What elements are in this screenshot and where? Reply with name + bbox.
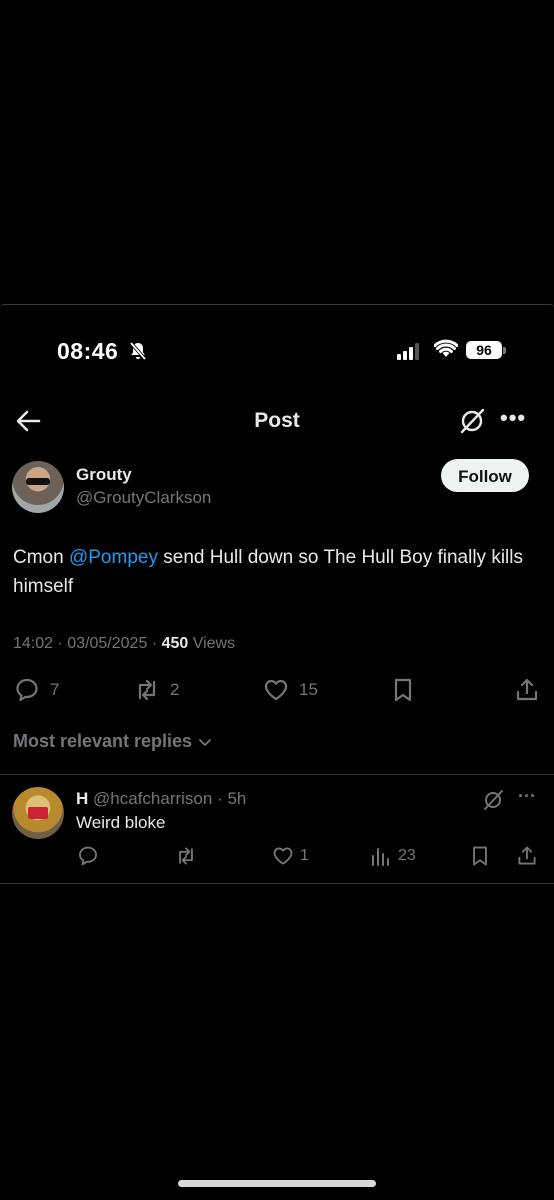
share-icon [518, 846, 536, 865]
follow-button[interactable]: Follow [441, 459, 529, 492]
reply-views-count: 23 [398, 847, 416, 864]
repost-icon [138, 679, 156, 701]
reply-age: 5h [227, 789, 247, 808]
reply-icon [16, 678, 38, 702]
post-date: 03/05/2025 [67, 635, 148, 652]
post-actions: 7 2 15 [0, 675, 554, 705]
reply-repost-button[interactable] [175, 843, 197, 869]
reply-reply-button[interactable] [77, 843, 99, 869]
chevron-down-icon [199, 739, 211, 747]
reply-views-button[interactable]: 23 [370, 843, 416, 869]
reply-author-name[interactable]: H [76, 789, 88, 808]
reply-like-count: 1 [300, 847, 309, 864]
like-icon [273, 847, 293, 865]
grok-icon[interactable] [482, 789, 504, 811]
author-handle[interactable]: @GroutyClarkson [76, 488, 211, 508]
bell-slash-icon [129, 341, 147, 361]
more-icon[interactable]: ••• [500, 405, 526, 431]
status-bar: 08:46 96 [0, 305, 554, 395]
wifi-icon [434, 339, 458, 357]
battery-indicator: 96 [466, 341, 502, 359]
post-text-before: Cmon [13, 547, 69, 568]
battery-nub [503, 347, 506, 354]
reply-author-handle[interactable]: @hcafcharrison [93, 789, 212, 808]
replies-sort-label: Most relevant replies [13, 731, 193, 751]
like-icon [264, 679, 288, 701]
bookmark-button[interactable] [390, 675, 416, 705]
reply-header: H @hcafcharrison · 5h [76, 789, 246, 809]
reply-like-button[interactable]: 1 [272, 843, 309, 869]
divider [0, 883, 554, 884]
share-button[interactable] [514, 675, 540, 705]
reply-button[interactable]: 7 [14, 675, 59, 705]
top-bar: Post ••• [0, 395, 554, 453]
like-button[interactable]: 15 [263, 675, 318, 705]
author-name[interactable]: Grouty [76, 465, 132, 485]
divider [0, 774, 554, 775]
reply-icon [79, 846, 97, 866]
app-screen: 08:46 96 Post ••• Grouty @GroutyClarkson… [0, 304, 554, 885]
mention-link[interactable]: @Pompey [69, 547, 158, 568]
reply-separator: · [212, 789, 228, 808]
reply-count: 7 [50, 680, 60, 699]
share-icon [516, 678, 538, 701]
author-avatar[interactable] [12, 461, 64, 513]
post-meta: 14:02 · 03/05/2025 · 450 Views [13, 635, 236, 652]
more-icon[interactable]: ··· [518, 786, 536, 807]
views-icon [372, 848, 389, 866]
reply-bookmark-button[interactable] [469, 843, 491, 869]
post-time: 14:02 [13, 635, 54, 652]
repost-button[interactable]: 2 [134, 675, 179, 705]
views-count: 450 [161, 635, 189, 652]
status-time: 08:46 [57, 338, 119, 364]
reply-text: Weird bloke [76, 813, 166, 832]
replies-sort-dropdown[interactable]: Most relevant replies [13, 731, 213, 752]
reply-avatar[interactable] [12, 787, 64, 839]
bookmark-icon [473, 846, 487, 866]
like-count: 15 [299, 680, 318, 699]
grok-icon[interactable] [458, 407, 486, 435]
views-label: Views [192, 635, 236, 652]
repost-icon [179, 847, 193, 865]
home-indicator[interactable] [178, 1180, 376, 1187]
bookmark-icon [394, 678, 412, 702]
repost-count: 2 [170, 680, 180, 699]
reply-actions: 1 23 [0, 843, 554, 869]
signal-icon [397, 343, 419, 360]
reply-share-button[interactable] [516, 843, 538, 869]
post-text: Cmon @Pompey send Hull down so The Hull … [13, 543, 533, 601]
